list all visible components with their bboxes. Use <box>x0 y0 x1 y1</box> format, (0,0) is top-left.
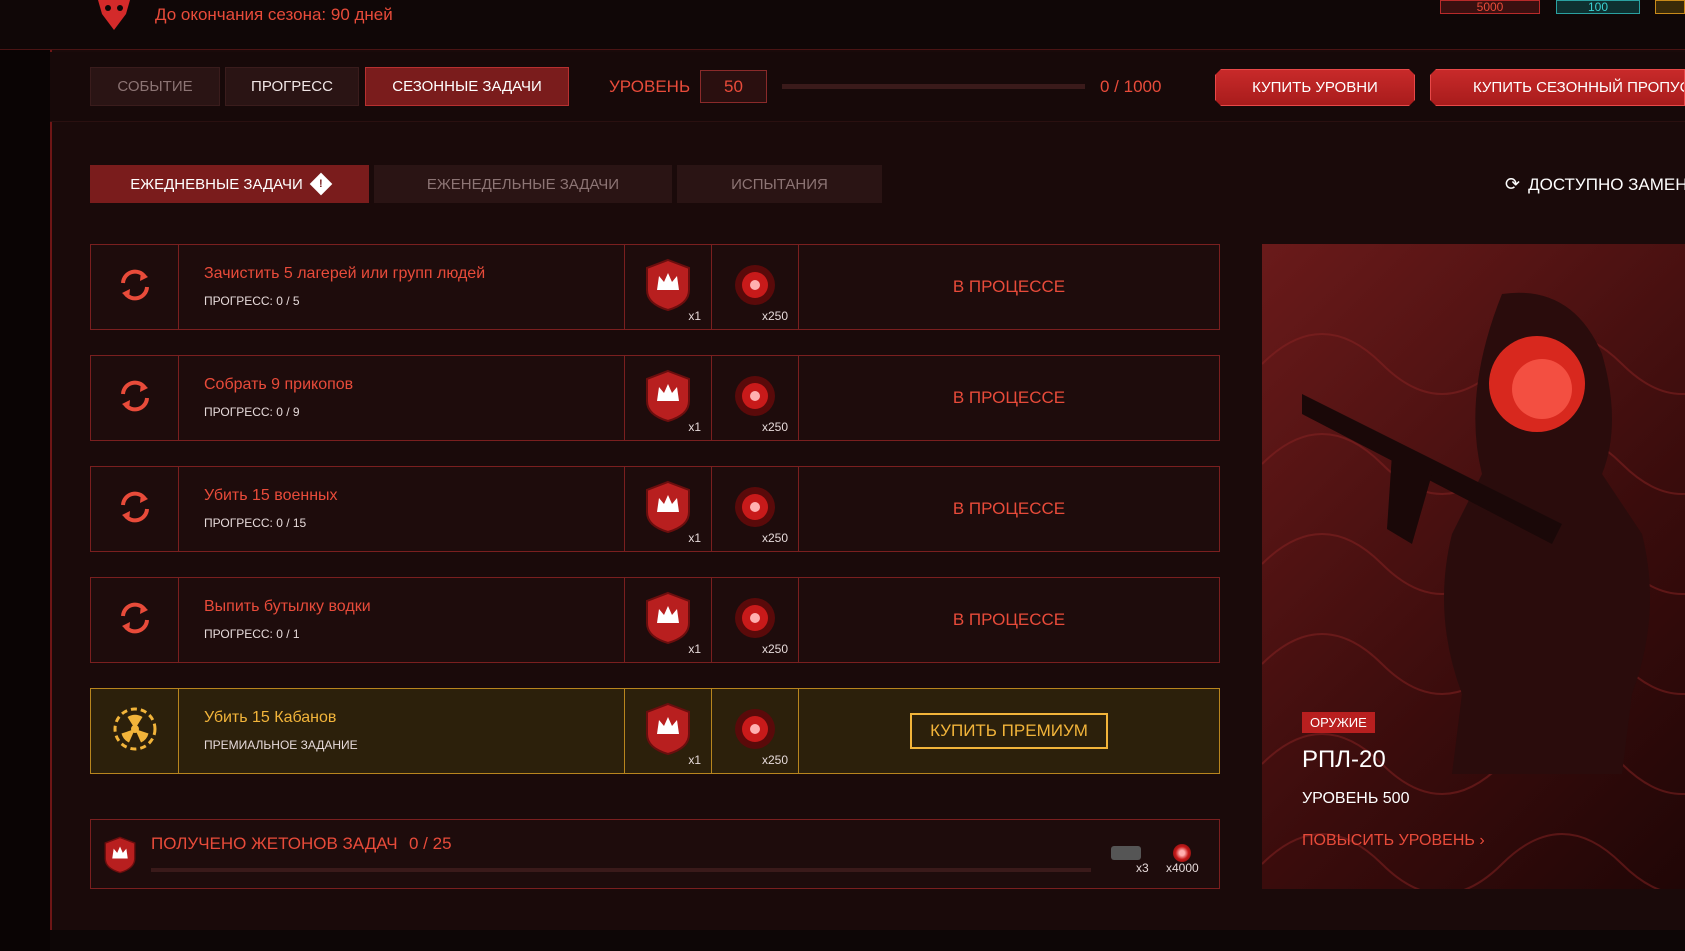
premium-task-subtitle: ПРЕМИАЛЬНОЕ ЗАДАНИЕ <box>204 738 358 752</box>
reward-orb-qty: x250 <box>761 642 788 656</box>
reward-orb: x250 <box>712 578 799 662</box>
task-title: Зачистить 5 лагерей или групп людей <box>204 265 486 282</box>
category-badge: ОРУЖИЕ <box>1302 712 1375 733</box>
tab-season-tasks[interactable]: СЕЗОННЫЕ ЗАДАЧИ <box>365 67 569 106</box>
premium-task-row: Убить 15 Кабанов ПРЕМИАЛЬНОЕ ЗАДАНИЕ x1 … <box>90 688 1220 774</box>
red-orb-icon <box>730 371 780 426</box>
logo-icon <box>92 0 136 30</box>
ammo-icon <box>1111 846 1141 860</box>
task-status: В ПРОЦЕССЕ <box>952 388 1066 407</box>
tokens-count: 0 / 25 <box>409 834 452 853</box>
task-title: Собрать 9 прикопов <box>204 376 354 393</box>
red-orb-icon <box>730 704 780 759</box>
reward-orb: x250 <box>712 689 799 773</box>
reward-orb-qty: x4000 <box>1166 861 1199 875</box>
replace-available[interactable]: ⟳ ДОСТУПНО ЗАМЕН <box>1505 174 1685 195</box>
reward-token: x1 <box>625 356 712 440</box>
refresh-icon <box>115 487 155 532</box>
tokens-label: ПОЛУЧЕНО ЖЕТОНОВ ЗАДАЧ <box>151 834 398 853</box>
crown-shield-icon <box>645 480 691 539</box>
currency-blue[interactable]: 100 <box>1556 0 1640 14</box>
refresh-icon <box>115 376 155 421</box>
buy-premium-button[interactable]: КУПИТЬ ПРЕМИУМ <box>910 713 1108 749</box>
reward-token-qty: x1 <box>688 309 701 323</box>
item-name: РПЛ-20 <box>1302 746 1386 773</box>
reward-token: x1 <box>625 467 712 551</box>
level-progress-bar <box>782 84 1085 89</box>
red-orb-icon <box>1173 844 1191 862</box>
currency-blue-value: 100 <box>1587 0 1609 14</box>
replace-available-label: ДОСТУПНО ЗАМЕН <box>1528 174 1685 194</box>
task-row: Собрать 9 прикопов ПРОГРЕСС: 0 / 9 x1 x2… <box>90 355 1220 441</box>
currency-red[interactable]: 5000 <box>1440 0 1540 14</box>
refresh-icon <box>115 598 155 643</box>
task-status: В ПРОЦЕССЕ <box>952 277 1066 296</box>
reward-token: x1 <box>625 578 712 662</box>
reward-orb: x250 <box>712 467 799 551</box>
reward-token-qty: x1 <box>688 642 701 656</box>
level-label: УРОВЕНЬ <box>609 77 691 96</box>
left-strip <box>0 50 50 951</box>
reward-orb-qty: x250 <box>761 531 788 545</box>
tab-weekly-tasks[interactable]: ЕЖЕНЕДЕЛЬНЫЕ ЗАДАЧИ <box>374 165 672 203</box>
tab-progress[interactable]: ПРОГРЕСС <box>225 67 359 106</box>
season-countdown: До окончания сезона: 90 дней <box>155 5 393 24</box>
level-value: 50 <box>700 70 767 103</box>
raise-level-link-label: ПОВЫСИТЬ УРОВЕНЬ <box>1302 832 1475 849</box>
reward-token: x1 <box>625 689 712 773</box>
top-bar: До окончания сезона: 90 дней 5000 100 <box>0 0 1685 50</box>
red-orb-icon <box>730 593 780 648</box>
info-icon: ! <box>309 172 333 196</box>
premium-task-title: Убить 15 Кабанов <box>204 709 337 726</box>
red-orb-icon <box>730 482 780 537</box>
raise-level-link[interactable]: ПОВЫСИТЬ УРОВЕНЬ › <box>1302 832 1485 850</box>
reward-orb-qty: x250 <box>761 753 788 767</box>
character-image <box>1302 292 1650 774</box>
task-progress: ПРОГРЕСС: 0 / 1 <box>204 627 300 641</box>
task-progress: ПРОГРЕСС: 0 / 9 <box>204 405 300 419</box>
reward-orb: x250 <box>712 356 799 440</box>
buy-season-pass-button[interactable]: КУПИТЬ СЕЗОННЫЙ ПРОПУСК <box>1430 69 1685 106</box>
reward-ammo-qty: x3 <box>1136 861 1149 875</box>
crown-shield-icon <box>645 369 691 428</box>
task-title: Убить 15 военных <box>204 487 338 504</box>
radiation-icon <box>111 705 159 758</box>
task-row: Выпить бутылку водки ПРОГРЕСС: 0 / 1 x1 … <box>90 577 1220 663</box>
level-progress-text: 0 / 1000 <box>1100 77 1162 96</box>
reward-token-qty: x1 <box>688 753 701 767</box>
promo-card[interactable]: ОРУЖИЕ РПЛ-20 УРОВЕНЬ 500 ПОВЫСИТЬ УРОВЕ… <box>1262 244 1685 889</box>
tokens-progress-bar <box>151 868 1091 872</box>
task-row: Убить 15 военных ПРОГРЕСС: 0 / 15 x1 x25… <box>90 466 1220 552</box>
buy-season-pass-label: КУПИТЬ СЕЗОННЫЙ ПРОПУСК <box>1473 79 1685 96</box>
item-level: УРОВЕНЬ 500 <box>1302 790 1410 807</box>
task-progress: ПРОГРЕСС: 0 / 5 <box>204 294 300 308</box>
buy-levels-button[interactable]: КУПИТЬ УРОВНИ <box>1215 69 1415 106</box>
reward-token-qty: x1 <box>688 531 701 545</box>
reward-orb-qty: x250 <box>761 420 788 434</box>
task-tokens-panel: ПОЛУЧЕНО ЖЕТОНОВ ЗАДАЧ 0 / 25 x3 x4000 <box>90 819 1220 889</box>
currency-red-value: 5000 <box>1476 0 1504 14</box>
refresh-icon <box>115 265 155 310</box>
crown-shield-icon <box>645 702 691 761</box>
task-progress: ПРОГРЕСС: 0 / 15 <box>204 516 307 530</box>
crown-shield-icon <box>103 836 137 879</box>
task-row: Зачистить 5 лагерей или групп людей ПРОГ… <box>90 244 1220 330</box>
tab-daily-tasks-label: ЕЖЕДНЕВНЫЕ ЗАДАЧИ <box>130 175 303 193</box>
tab-event[interactable]: СОБЫТИЕ <box>90 67 220 106</box>
chevron-right-icon: › <box>1479 832 1485 849</box>
task-status: В ПРОЦЕССЕ <box>952 499 1066 518</box>
reward-token-qty: x1 <box>688 420 701 434</box>
reward-orb: x250 <box>712 245 799 329</box>
task-title: Выпить бутылку водки <box>204 598 371 615</box>
tab-challenges[interactable]: ИСПЫТАНИЯ <box>677 165 882 203</box>
currency-gold-icon[interactable] <box>1655 0 1685 14</box>
tab-daily-tasks[interactable]: ЕЖЕДНЕВНЫЕ ЗАДАЧИ ! <box>90 165 369 203</box>
crown-shield-icon <box>645 258 691 317</box>
red-orb-icon <box>730 260 780 315</box>
reward-token: x1 <box>625 245 712 329</box>
refresh-icon: ⟳ <box>1505 174 1521 194</box>
reward-orb-qty: x250 <box>761 309 788 323</box>
crown-shield-icon <box>645 591 691 650</box>
task-status: В ПРОЦЕССЕ <box>952 610 1066 629</box>
